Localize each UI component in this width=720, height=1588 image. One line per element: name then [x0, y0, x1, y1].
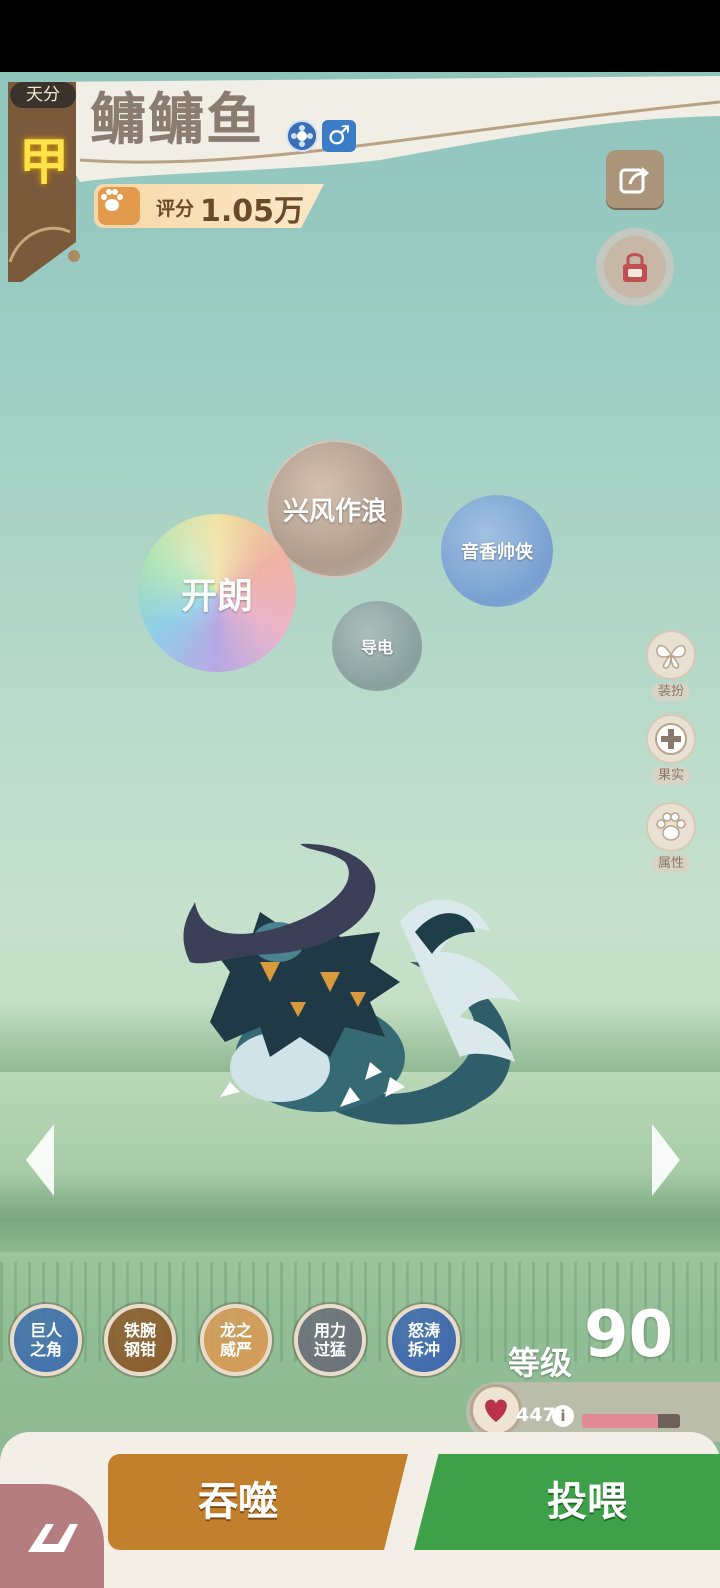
- skill-badge[interactable]: 用力过猛: [294, 1304, 366, 1376]
- lock-icon: [623, 253, 647, 282]
- lock-button[interactable]: [596, 228, 674, 306]
- talent-grade: 甲: [19, 133, 69, 191]
- trait-bubble[interactable]: 音香帅侠: [441, 495, 553, 607]
- score-label: 评分: [156, 198, 195, 220]
- health-bar-fill: [582, 1414, 659, 1428]
- share-icon: [619, 167, 649, 194]
- status-bar: [0, 0, 720, 72]
- side-label: 装扮: [651, 683, 690, 701]
- score-value: 1.05万: [200, 194, 305, 229]
- trait-bubble[interactable]: 开朗: [138, 514, 296, 672]
- health-bar: [582, 1414, 680, 1428]
- fruit-button[interactable]: 果实: [641, 714, 701, 785]
- male-gender-icon: ♂: [322, 120, 356, 152]
- skill-badge[interactable]: 铁腕钢钳: [104, 1304, 176, 1376]
- level-value: 90: [584, 1298, 674, 1372]
- skill-badge[interactable]: 巨人之角: [10, 1304, 82, 1376]
- heart-icon: [470, 1384, 522, 1436]
- butterfly-icon: [656, 644, 686, 669]
- water-element-icon: [286, 120, 318, 152]
- paw-icon: [656, 812, 686, 841]
- previous-pet-arrow-icon[interactable]: [22, 1122, 58, 1198]
- attributes-button[interactable]: 属性: [641, 802, 701, 873]
- plus-icon: [655, 723, 687, 755]
- skill-label: 龙之威严: [219, 1321, 252, 1359]
- side-label: 果实: [651, 767, 690, 785]
- skill-label: 用力过猛: [313, 1321, 346, 1359]
- dress-up-button[interactable]: 装扮: [641, 630, 701, 701]
- level-label: 等级: [508, 1344, 573, 1382]
- skill-badge[interactable]: 龙之威严: [200, 1304, 272, 1376]
- skill-label: 怒涛拆冲: [407, 1321, 440, 1359]
- paw-icon: [98, 187, 140, 225]
- feed-button[interactable]: 投喂: [414, 1454, 720, 1550]
- pet-scene: 天分 甲 鳙鳙鱼 ♂ 评分 1.05万 兴风作浪 开朗 音香帅侠 导电 装扮 果…: [0, 72, 720, 1588]
- grass-band: [0, 1172, 720, 1252]
- side-label: 属性: [651, 855, 690, 873]
- devour-button[interactable]: 吞噬: [108, 1454, 408, 1550]
- pet-name: 鳙鳙鱼: [90, 88, 264, 153]
- share-button[interactable]: [606, 150, 664, 208]
- info-icon[interactable]: i: [552, 1405, 574, 1427]
- health-value: 447: [516, 1404, 556, 1426]
- talent-label: 天分: [10, 82, 76, 108]
- skill-label: 铁腕钢钳: [123, 1321, 156, 1359]
- next-pet-arrow-icon[interactable]: [648, 1122, 684, 1198]
- pet-creature[interactable]: [170, 842, 540, 1142]
- skill-label: 巨人之角: [29, 1321, 62, 1359]
- skill-badge[interactable]: 怒涛拆冲: [388, 1304, 460, 1376]
- trait-bubble[interactable]: 导电: [332, 601, 422, 691]
- corner-logo-icon: [28, 1524, 78, 1552]
